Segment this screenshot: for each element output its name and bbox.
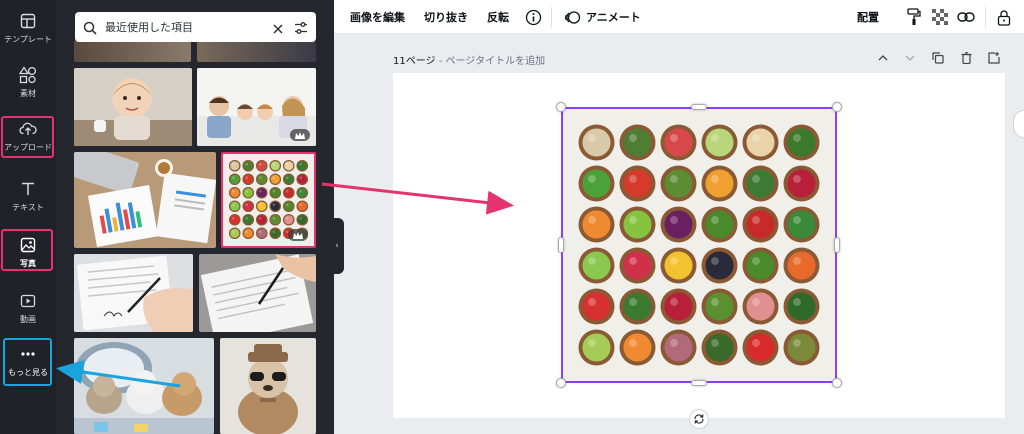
- resize-handle-bottom-right[interactable]: [832, 378, 842, 388]
- rail-item-label: テキスト: [12, 203, 44, 212]
- rotate-handle-icon[interactable]: [689, 409, 709, 429]
- selection-frame[interactable]: [561, 107, 837, 383]
- upload-highlight-box: [1, 116, 54, 158]
- photo-thumbnail-laptop-charts[interactable]: [74, 152, 216, 248]
- photo-thumbnail-kittens[interactable]: [74, 338, 214, 434]
- add-page-icon[interactable]: [986, 50, 1002, 66]
- premium-crown-icon: [290, 129, 310, 141]
- chevron-up-icon[interactable]: [875, 50, 891, 66]
- chevron-down-icon[interactable]: [902, 50, 918, 66]
- flip-button[interactable]: 反転: [487, 9, 509, 25]
- info-icon[interactable]: [524, 8, 542, 26]
- toolbar-divider: [985, 7, 986, 27]
- search-bar[interactable]: 最近使用した項目: [75, 12, 316, 42]
- rail-item-label: テンプレート: [4, 35, 52, 44]
- elements-icon: [18, 65, 38, 85]
- animate-icon[interactable]: [563, 8, 581, 26]
- template-icon: [18, 11, 38, 31]
- rail-item-label: 動画: [20, 315, 36, 324]
- photos-panel: 最近使用した項目: [56, 0, 334, 434]
- notes-panel-tab[interactable]: [1013, 110, 1024, 138]
- photos-highlight-box: [1, 229, 53, 271]
- collapse-panel-toggle[interactable]: ‹: [330, 218, 344, 274]
- toolbar-divider: [551, 7, 552, 27]
- resize-handle-right[interactable]: [834, 237, 840, 253]
- lock-icon[interactable]: [995, 8, 1013, 26]
- photo-thumbnail-child[interactable]: [74, 68, 192, 146]
- photo-thumbnail[interactable]: [197, 40, 316, 62]
- page-title-bar[interactable]: 11ページ - ページタイトルを追加: [393, 52, 545, 67]
- page-title-placeholder[interactable]: - ページタイトルを追加: [436, 56, 545, 67]
- resize-handle-left[interactable]: [558, 237, 564, 253]
- resize-handle-top-right[interactable]: [832, 102, 842, 112]
- premium-crown-icon: [288, 229, 308, 241]
- more-highlight-box: [3, 338, 52, 386]
- rail-item-templates[interactable]: テンプレート: [0, 4, 56, 52]
- rail-item-elements[interactable]: 素材: [0, 58, 56, 106]
- side-rail: テンプレート 素材 アップロード テキスト 写真 動画 もっと見る: [0, 0, 56, 434]
- photo-thumbnail[interactable]: [74, 40, 191, 62]
- resize-handle-bottom-left[interactable]: [556, 378, 566, 388]
- duplicate-page-icon[interactable]: [930, 50, 946, 66]
- photo-thumbnail-signing-document[interactable]: [74, 254, 193, 332]
- edit-image-button[interactable]: 画像を編集: [350, 9, 405, 25]
- clear-search-icon[interactable]: [272, 20, 286, 34]
- search-input[interactable]: 最近使用した項目: [105, 19, 264, 35]
- photo-thumbnail-pen-paperwork[interactable]: [199, 254, 316, 332]
- rail-item-videos[interactable]: 動画: [0, 284, 56, 332]
- page-number: 11ページ: [393, 56, 436, 67]
- trash-icon[interactable]: [958, 50, 974, 66]
- resize-handle-top[interactable]: [691, 104, 707, 110]
- canva-editor: テンプレート 素材 アップロード テキスト 写真 動画 もっと見る 最近使用した…: [0, 0, 1024, 434]
- crop-button[interactable]: 切り抜き: [424, 9, 468, 25]
- resize-handle-bottom[interactable]: [691, 380, 707, 386]
- photo-thumbnail-dog-costume[interactable]: [220, 338, 316, 434]
- rail-item-text[interactable]: テキスト: [0, 172, 56, 220]
- photo-thumbnail-vegetable-bowls-selected[interactable]: [221, 152, 316, 248]
- filter-sliders-icon[interactable]: [294, 20, 308, 34]
- photo-thumbnail-family[interactable]: [197, 68, 316, 146]
- resize-handle-top-left[interactable]: [556, 102, 566, 112]
- editor-toolbar: 画像を編集 切り抜き 反転 アニメート 配置: [334, 0, 1024, 34]
- text-icon: [18, 179, 38, 199]
- video-icon: [18, 291, 38, 311]
- search-icon: [83, 20, 97, 35]
- animate-button[interactable]: アニメート: [586, 9, 641, 25]
- transparency-icon[interactable]: [931, 8, 949, 26]
- rail-item-label: 素材: [20, 89, 36, 98]
- paint-roller-icon[interactable]: [905, 8, 923, 26]
- chevron-left-icon: ‹: [335, 241, 339, 251]
- position-button[interactable]: 配置: [857, 9, 879, 25]
- link-icon[interactable]: [957, 8, 975, 26]
